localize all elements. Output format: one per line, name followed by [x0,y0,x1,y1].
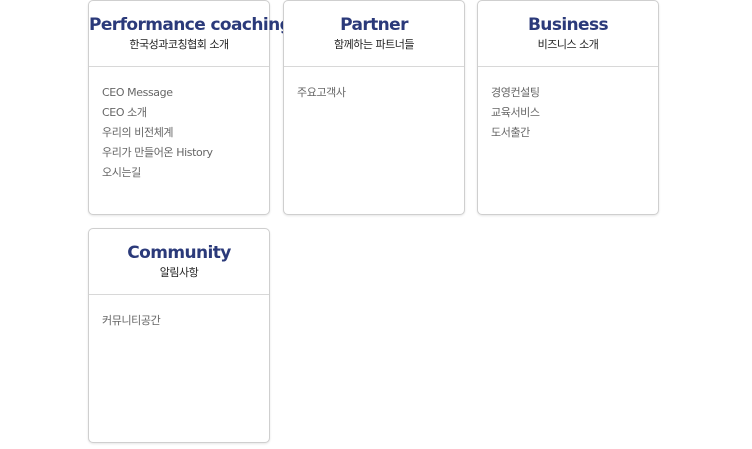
link-community-space[interactable]: 커뮤니티공간 [102,311,269,331]
link-consulting[interactable]: 경영컨설팅 [491,83,658,103]
link-publishing[interactable]: 도서출간 [491,123,658,143]
card-subtitle: 한국성과코칭협회 소개 [129,38,229,51]
card-link-list: CEO Message CEO 소개 우리의 비전체계 우리가 만들어온 His… [89,67,269,183]
card-title[interactable]: Partner [284,14,464,36]
link-education[interactable]: 교육서비스 [491,103,658,123]
card-header: Business 비즈니스 소개 [478,1,658,67]
card-header: Community 알림사항 [89,229,269,295]
card-business: Business 비즈니스 소개 경영컨설팅 교육서비스 도서출간 [477,0,659,215]
card-title[interactable]: Business [478,14,658,36]
card-header: Partner 함께하는 파트너들 [284,1,464,67]
link-major-clients[interactable]: 주요고객사 [297,83,464,103]
link-history[interactable]: 우리가 만들어온 History [102,143,269,163]
card-link-list: 커뮤니티공간 [89,295,269,331]
card-performance-coaching: Performance coaching 한국성과코칭협회 소개 CEO Mes… [88,0,292,215]
card-link-list: 경영컨설팅 교육서비스 도서출간 [478,67,658,143]
link-ceo-message[interactable]: CEO Message [102,83,269,103]
card-partner: Partner 함께하는 파트너들 주요고객사 [283,0,465,215]
card-subtitle: 비즈니스 소개 [537,38,599,51]
card-subtitle: 알림사항 [159,266,199,279]
card-header: Performance coaching 한국성과코칭협회 소개 [89,1,292,67]
card-title[interactable]: Performance coaching [89,14,292,36]
link-vision[interactable]: 우리의 비전체계 [102,123,269,143]
card-community: Community 알림사항 커뮤니티공간 [88,228,270,443]
card-title[interactable]: Community [89,242,269,264]
card-link-list: 주요고객사 [284,67,464,103]
link-ceo-intro[interactable]: CEO 소개 [102,103,269,123]
link-directions[interactable]: 오시는길 [102,163,269,183]
card-subtitle: 함께하는 파트너들 [334,38,414,51]
